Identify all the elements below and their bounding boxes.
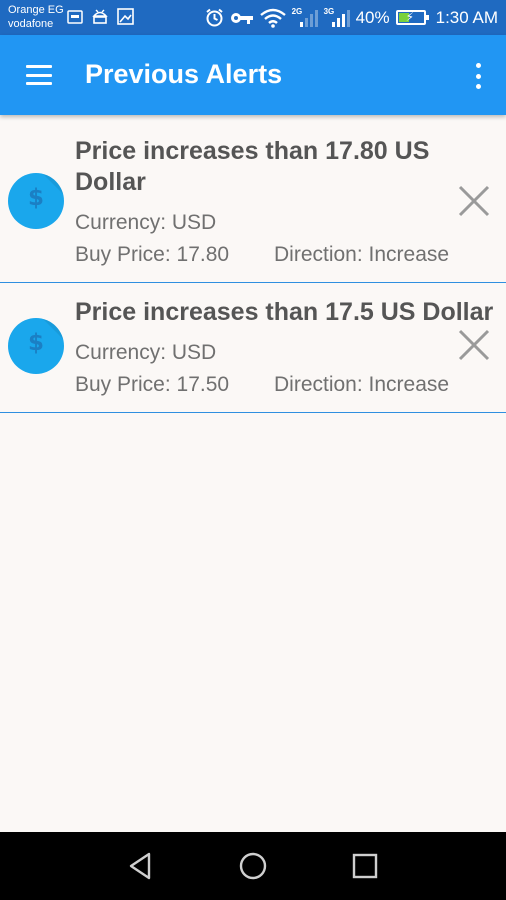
signal-icon-sim2: 3G <box>324 7 350 29</box>
android-icon <box>92 9 108 24</box>
status-bar: Orange EG vodafone 2G 3G 40% ⚡ 1:30 AM <box>0 0 506 35</box>
system-nav-bar <box>0 832 506 900</box>
alert-buy-price: Buy Price: 17.50 <box>75 373 230 396</box>
alert-item[interactable]: $ Price increases than 17.80 US Dollar C… <box>0 120 506 283</box>
close-icon[interactable] <box>458 185 490 217</box>
alert-item[interactable]: $ Price increases than 17.5 US Dollar Cu… <box>0 283 506 413</box>
alert-currency: Currency: USD <box>75 341 216 365</box>
image-icon <box>117 8 134 25</box>
alert-details: Buy Price: 17.50 Direction: Increase <box>75 373 449 397</box>
carrier-2: vodafone <box>8 18 54 30</box>
alarm-icon <box>205 8 223 27</box>
carrier-info: Orange EG vodafone <box>8 3 64 31</box>
dollar-coin-icon: $ <box>8 318 64 374</box>
recents-icon[interactable] <box>349 850 381 882</box>
app-bar: Previous Alerts <box>0 35 506 115</box>
back-icon[interactable] <box>125 850 157 882</box>
status-right: 2G 3G 40% ⚡ 1:30 AM <box>205 0 498 35</box>
notification-icons <box>67 8 134 25</box>
alert-title: Price increases than 17.80 US Dollar <box>75 137 430 196</box>
key-icon <box>230 12 253 24</box>
battery-charging-icon: ⚡ <box>395 10 429 25</box>
dollar-coin-icon: $ <box>8 173 64 229</box>
signal-icon-sim1: 2G <box>292 7 318 29</box>
alert-list: $ Price increases than 17.80 US Dollar C… <box>0 120 506 413</box>
carrier-1: Orange EG <box>8 4 64 16</box>
alert-currency: Currency: USD <box>75 211 216 235</box>
wifi-icon <box>259 8 286 28</box>
alert-direction: Direction: Increase <box>274 243 450 266</box>
alert-details: Buy Price: 17.80 Direction: Increase <box>75 243 449 267</box>
home-icon[interactable] <box>237 850 269 882</box>
alert-currency-text: Currency: USD <box>75 211 217 234</box>
alert-currency-text: Currency: USD <box>75 341 217 364</box>
clock: 1:30 AM <box>435 7 498 27</box>
alert-direction: Direction: Increase <box>274 373 450 396</box>
page-title: Previous Alerts <box>85 59 283 89</box>
alert-buy-price: Buy Price: 17.80 <box>75 243 230 266</box>
alert-title: Price increases than 17.5 US Dollar <box>75 298 494 326</box>
close-icon[interactable] <box>458 329 490 361</box>
more-vert-icon[interactable] <box>474 63 482 89</box>
hamburger-menu-icon[interactable] <box>26 65 52 85</box>
ftp-icon <box>67 9 83 24</box>
battery-percent: 40% <box>355 7 390 27</box>
